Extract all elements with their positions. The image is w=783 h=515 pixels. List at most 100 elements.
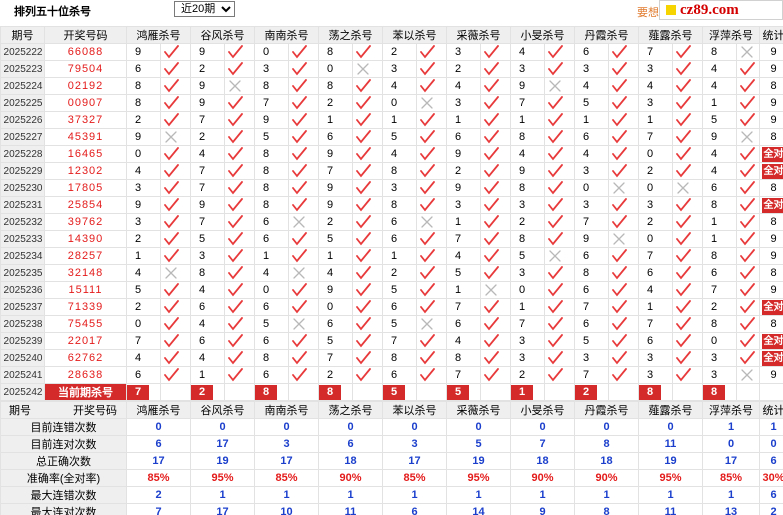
kill-number-cell: 3	[638, 349, 673, 367]
stat-cell: 8	[759, 128, 783, 146]
kill-result-cell	[416, 77, 447, 95]
check-icon	[740, 249, 755, 263]
winning-number-cell: 32148	[44, 264, 127, 282]
issue-cell: 2025228	[0, 145, 45, 163]
kill-result-cell	[608, 264, 639, 282]
kill-result-cell	[736, 281, 760, 299]
stats-value: 19	[446, 452, 511, 470]
stats-value: 9	[510, 503, 575, 515]
stats-value: 2	[759, 503, 783, 515]
kill-number-cell: 6	[574, 128, 609, 146]
kill-result-cell	[544, 60, 575, 78]
cross-icon	[741, 131, 753, 143]
kill-result-cell	[224, 315, 255, 333]
check-icon	[228, 232, 243, 246]
stats-row: 最大连对次数 7 17 10 11 6 14 9 8 11 13 2	[0, 503, 783, 515]
kill-number-cell: 4	[254, 264, 289, 282]
kill-number-cell: 4	[574, 77, 609, 95]
check-icon	[228, 283, 243, 297]
kill-result-cell	[224, 128, 255, 146]
stats-value: 8	[574, 435, 639, 453]
kill-result-cell	[672, 94, 703, 112]
check-icon	[740, 232, 755, 246]
stats-value: 85%	[254, 469, 319, 487]
kill-result-cell	[352, 77, 383, 95]
current-period-label: 当前期杀号	[44, 383, 127, 401]
winning-number-cell: 28638	[44, 366, 127, 384]
kill-result-cell	[160, 162, 191, 180]
kill-result-cell	[672, 196, 703, 214]
stats-value: 0	[574, 418, 639, 436]
cross-icon	[741, 369, 753, 381]
kill-result-cell	[288, 111, 319, 129]
stats-value: 11	[638, 435, 703, 453]
check-icon	[356, 181, 371, 195]
check-icon	[612, 368, 627, 382]
kill-result-cell	[608, 213, 639, 231]
check-icon	[676, 351, 691, 365]
kill-number-cell: 3	[510, 60, 545, 78]
kill-result-cell	[672, 162, 703, 180]
winning-number-cell: 14390	[44, 230, 127, 248]
check-icon	[356, 317, 371, 331]
cross-icon	[421, 97, 433, 109]
kill-number-cell: 8	[318, 43, 353, 61]
check-icon	[612, 62, 627, 76]
all-correct-badge: 全对	[761, 146, 783, 162]
kill-result-cell	[480, 128, 511, 146]
check-icon	[676, 232, 691, 246]
stats-label: 目前连错次数	[0, 418, 127, 436]
check-icon	[612, 215, 627, 229]
check-icon	[484, 113, 499, 127]
stats-value: 2	[126, 486, 191, 504]
check-icon	[292, 198, 307, 212]
kill-result-cell	[288, 162, 319, 180]
check-icon	[228, 198, 243, 212]
kill-number-cell: 5	[318, 230, 353, 248]
kill-number-cell: 7	[190, 162, 225, 180]
kill-number-cell: 5	[318, 332, 353, 350]
stat-cell: 全对	[759, 162, 783, 180]
kill-result-cell	[736, 366, 760, 384]
kill-number-cell: 6	[446, 128, 481, 146]
kill-result-cell	[352, 179, 383, 197]
kill-number-cell: 1	[190, 366, 225, 384]
check-icon	[548, 62, 563, 76]
site-badge[interactable]: cz89.com	[659, 0, 783, 20]
stats-value: 8	[574, 503, 639, 515]
kill-number-cell: 2	[510, 213, 545, 231]
kill-number-cell: 2	[510, 366, 545, 384]
stats-row: 目前连错次数 0 0 0 0 0 0 0 0 0 1 1	[0, 418, 783, 436]
period-select[interactable]: 近20期	[174, 1, 235, 17]
kill-result-cell	[608, 247, 639, 265]
check-icon	[676, 62, 691, 76]
stats-column-header: 统计	[759, 401, 783, 419]
check-icon	[548, 96, 563, 110]
kill-number-cell: 1	[638, 298, 673, 316]
stats-value: 0	[759, 435, 783, 453]
stats-label: 最大连错次数	[0, 486, 127, 504]
kill-result-cell	[224, 111, 255, 129]
kill-number-cell: 0	[702, 332, 737, 350]
kill-result-cell	[672, 128, 703, 146]
current-kill-spacer	[480, 383, 511, 401]
table-row: 2025238 75455 0 4 5 6 5 6 7 6 7 8 8	[0, 315, 783, 333]
kill-result-cell	[224, 60, 255, 78]
issue-cell: 2025234	[0, 247, 45, 265]
check-icon	[548, 147, 563, 161]
kill-number-cell: 7	[510, 94, 545, 112]
stats-value: 0	[702, 435, 760, 453]
kill-number-cell: 7	[574, 366, 609, 384]
stats-column-header: 南南杀号	[254, 401, 319, 419]
check-icon	[676, 96, 691, 110]
kill-result-cell	[288, 247, 319, 265]
column-header: 鸿雁杀号	[126, 26, 191, 44]
current-kill-spacer	[736, 383, 760, 401]
stats-value: 7	[126, 503, 191, 515]
kill-number-cell: 6	[190, 298, 225, 316]
kill-result-cell	[672, 43, 703, 61]
kill-result-cell	[608, 230, 639, 248]
check-icon	[228, 181, 243, 195]
winning-number-cell: 66088	[44, 43, 127, 61]
kill-result-cell	[352, 111, 383, 129]
